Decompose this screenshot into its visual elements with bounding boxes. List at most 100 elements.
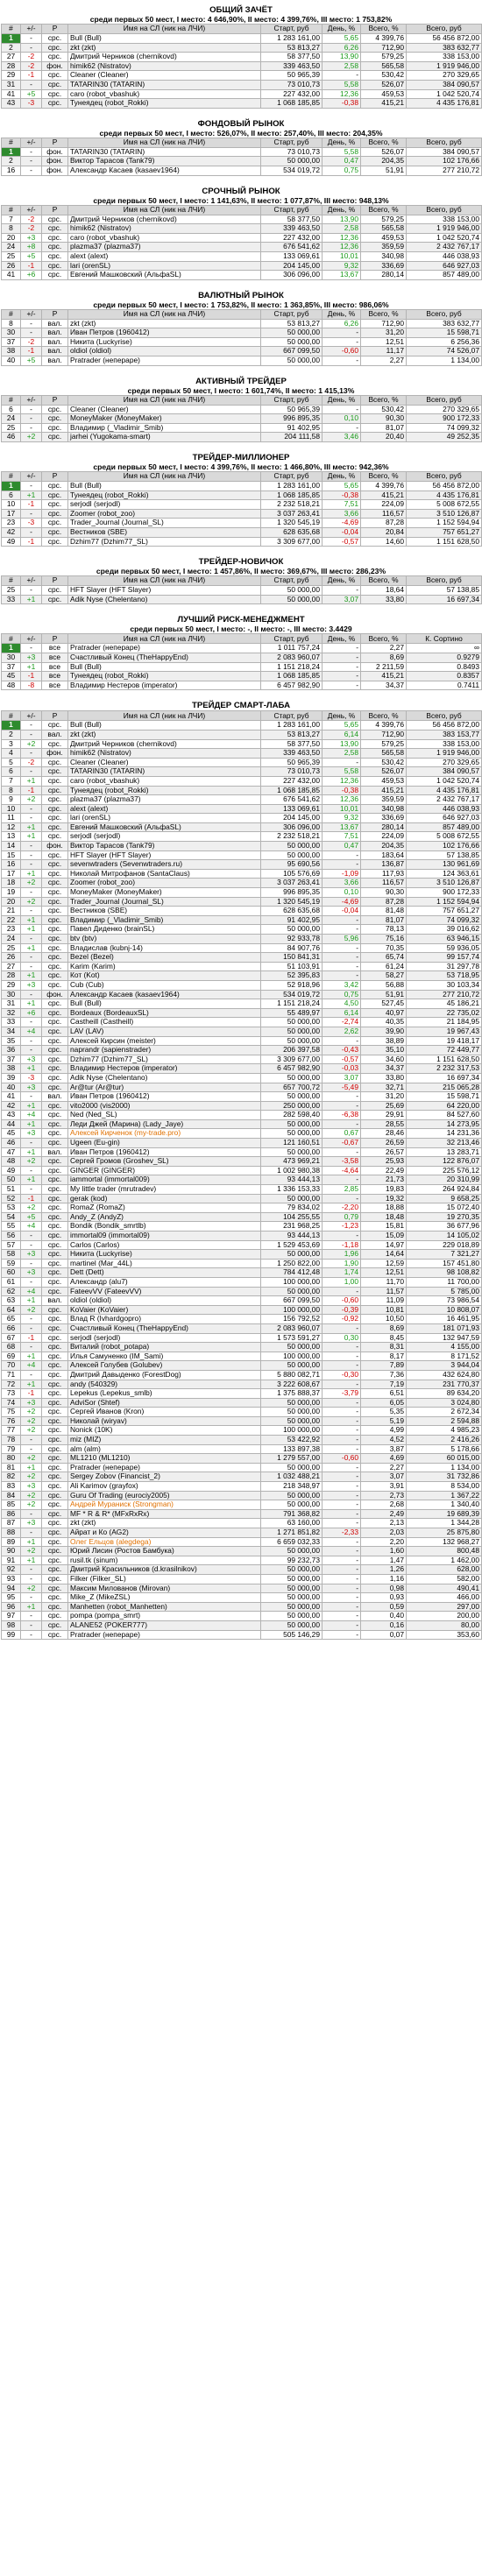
table-cell: 50 000,00 <box>260 356 323 366</box>
table-cell: 50 000,00 <box>260 1360 323 1371</box>
table-cell: 2,27 <box>360 356 407 366</box>
table-cell: срс. <box>41 1017 68 1027</box>
table-cell: 55 489,97 <box>260 1007 323 1019</box>
table-cell: 91 402,95 <box>260 914 323 926</box>
table-cell: Александр (alu7) <box>67 1276 261 1288</box>
table-cell: 5,65 <box>322 720 361 730</box>
table-row: 42 +1 срс. vito2000 (vis2000) 250 000,00-25,… <box>1 1100 482 1112</box>
table-cell: +1 <box>20 822 42 833</box>
rating-report: ОБЩИЙ ЗАЧЁТ среди первых 50 мест, I место… <box>0 0 482 1654</box>
table-cell: срс. <box>41 508 68 519</box>
table-cell: serjodl (serjodl) <box>67 831 261 843</box>
table-row: 41- вал. Иван Петров (1960412) 50 000,00-31… <box>1 1091 482 1102</box>
table-cell: 2 416,26 <box>406 1435 482 1445</box>
table-cell: - <box>20 1138 42 1148</box>
table-cell: - <box>20 952 42 963</box>
table-cell: - <box>322 1592 361 1603</box>
table-cell: 16 697,34 <box>406 1072 482 1083</box>
table-cell: ML1210 (ML1210) <box>67 1453 261 1464</box>
table-cell: 72 449,77 <box>406 1045 482 1055</box>
table-cell: 338 153,00 <box>406 214 482 225</box>
table-row: 10 -1 срс. serjodl (serjodl) 2 232 518,21 7,5… <box>1 499 482 510</box>
table-cell: 17 <box>1 868 21 879</box>
table-cell: - <box>322 328 361 338</box>
table-cell: -0,04 <box>322 906 361 916</box>
table-cell: 3 222 608,67 <box>260 1379 323 1390</box>
table-cell: 130 961,69 <box>406 859 482 870</box>
table-cell: -0,38 <box>322 98 361 109</box>
table-cell: 53 813,27 <box>260 42 323 53</box>
table-cell: 11,17 <box>360 346 407 357</box>
table-row: 24 +8 срс. plazma37 (plazma37) 676 541,62 12,… <box>1 242 482 252</box>
table-row: 30- фон. Александр Касаев (kasaev1964) 534 … <box>1 989 482 1000</box>
table-cell: 63 160,00 <box>260 1518 323 1528</box>
table-cell: срс. <box>41 490 68 501</box>
table-cell: - <box>20 404 42 415</box>
table-cell: Pratrader (непераре) <box>67 1462 261 1473</box>
table-cell: 73 010,73 <box>260 146 323 158</box>
table-cell: 20 <box>1 896 21 907</box>
table-cell: +5 <box>20 356 42 366</box>
table-cell: 0.8493 <box>406 661 482 673</box>
table-cell: 11 <box>1 813 21 823</box>
table-cell: 1,00 <box>322 1276 361 1288</box>
table-cell: 270 329,65 <box>406 70 482 81</box>
table-cell: 50 000,00 <box>260 841 323 851</box>
table-cell: - <box>20 1035 42 1047</box>
table-cell: 42 <box>1 1100 21 1112</box>
table-cell: - <box>322 643 361 653</box>
table-cell: Cleaner (Cleaner) <box>67 70 261 81</box>
table-cell: serjodl (serjodl) <box>67 499 261 510</box>
table-row: 1- все Pratrader (непераре) 1 011 757,24-2,… <box>1 643 482 653</box>
table-cell: 74 526,07 <box>406 346 482 357</box>
table-row: 6 +1 срс. Тунеядец (robot_Rokki) 1 068 185,8… <box>1 490 482 501</box>
table-cell: +4 <box>20 1026 42 1037</box>
table-cell: 50 000,00 <box>260 1601 323 1613</box>
table-cell: +1 <box>20 775 42 787</box>
table-cell: 116,57 <box>360 508 407 519</box>
table-cell: Сергей Громов (Groshev_SL) <box>67 1156 261 1167</box>
table-cell: FateevVV (FateevVV) <box>67 1286 261 1297</box>
table-cell: 50 000,00 <box>260 1342 323 1352</box>
table-cell: 95 <box>1 1592 21 1603</box>
table-cell: 526,07 <box>360 79 407 90</box>
table-cell: 4 <box>1 748 21 759</box>
table-cell: 50 000,00 <box>260 1490 323 1501</box>
table-cell: срс. <box>41 794 68 805</box>
table-row: 59- срс. martinel (Mar_44L) 1 250 822,00 1,9… <box>1 1258 482 1269</box>
table-cell: Максим Милованов (Mirovan) <box>67 1583 261 1594</box>
table-cell: 50 965,39 <box>260 404 323 415</box>
table-cell: +4 <box>20 1360 42 1371</box>
table-cell: 50 000,00 <box>260 1415 323 1427</box>
table-cell: 8 534,00 <box>406 1481 482 1492</box>
table-cell: 31,20 <box>360 328 407 338</box>
table-cell: 667 099,50 <box>260 1295 323 1306</box>
table-cell: -3 <box>20 98 42 109</box>
table-cell: 15,09 <box>360 1231 407 1241</box>
table-cell: 73 <box>1 1388 21 1399</box>
table-row: 83 +3 срс. Ali Karimov (grayfox) 218 348,97-… <box>1 1481 482 1492</box>
table-row: 16- фон. Александр Касаев (kasaev1964) 534 … <box>1 165 482 176</box>
table-cell: срс. <box>41 1369 68 1380</box>
table-cell: 200,00 <box>406 1611 482 1621</box>
table-cell: - <box>322 850 361 861</box>
table-cell: KoVaier (KoVaier) <box>67 1304 261 1316</box>
table-cell: 51,91 <box>360 989 407 1000</box>
table-cell: -1,18 <box>322 1239 361 1251</box>
table-cell: 13,90 <box>322 738 361 750</box>
table-row: 30 +3 все Счастливый Конец (TheHappyEnd) 2 0… <box>1 652 482 663</box>
table-cell: 0,07 <box>360 1629 407 1641</box>
table-row: 1- срс. Bull (Bull) 1 283 161,00 5,65 4 399,7… <box>1 481 482 491</box>
table-cell: 11,57 <box>360 1286 407 1297</box>
table-cell: -2 <box>20 214 42 225</box>
table-cell: 29,91 <box>360 1110 407 1120</box>
table-cell: AdviSor (Shtef) <box>67 1397 261 1408</box>
table-cell: 19,83 <box>360 1184 407 1195</box>
table-cell: 25,93 <box>360 1156 407 1167</box>
table-cell: 3 309 677,00 <box>260 1054 323 1065</box>
table-cell: +1 <box>20 1351 42 1362</box>
table-row: 79- срс. alm (alm) 133 897,38-3,87 5 178,66 <box>1 1443 482 1455</box>
table-row: 25 +5 срс. alext (alext) 133 069,61 10,01 340,… <box>1 251 482 262</box>
table-cell: 150 841,31 <box>260 952 323 963</box>
table-cell: Андрей Мураниск (Strongman) <box>67 1500 261 1510</box>
